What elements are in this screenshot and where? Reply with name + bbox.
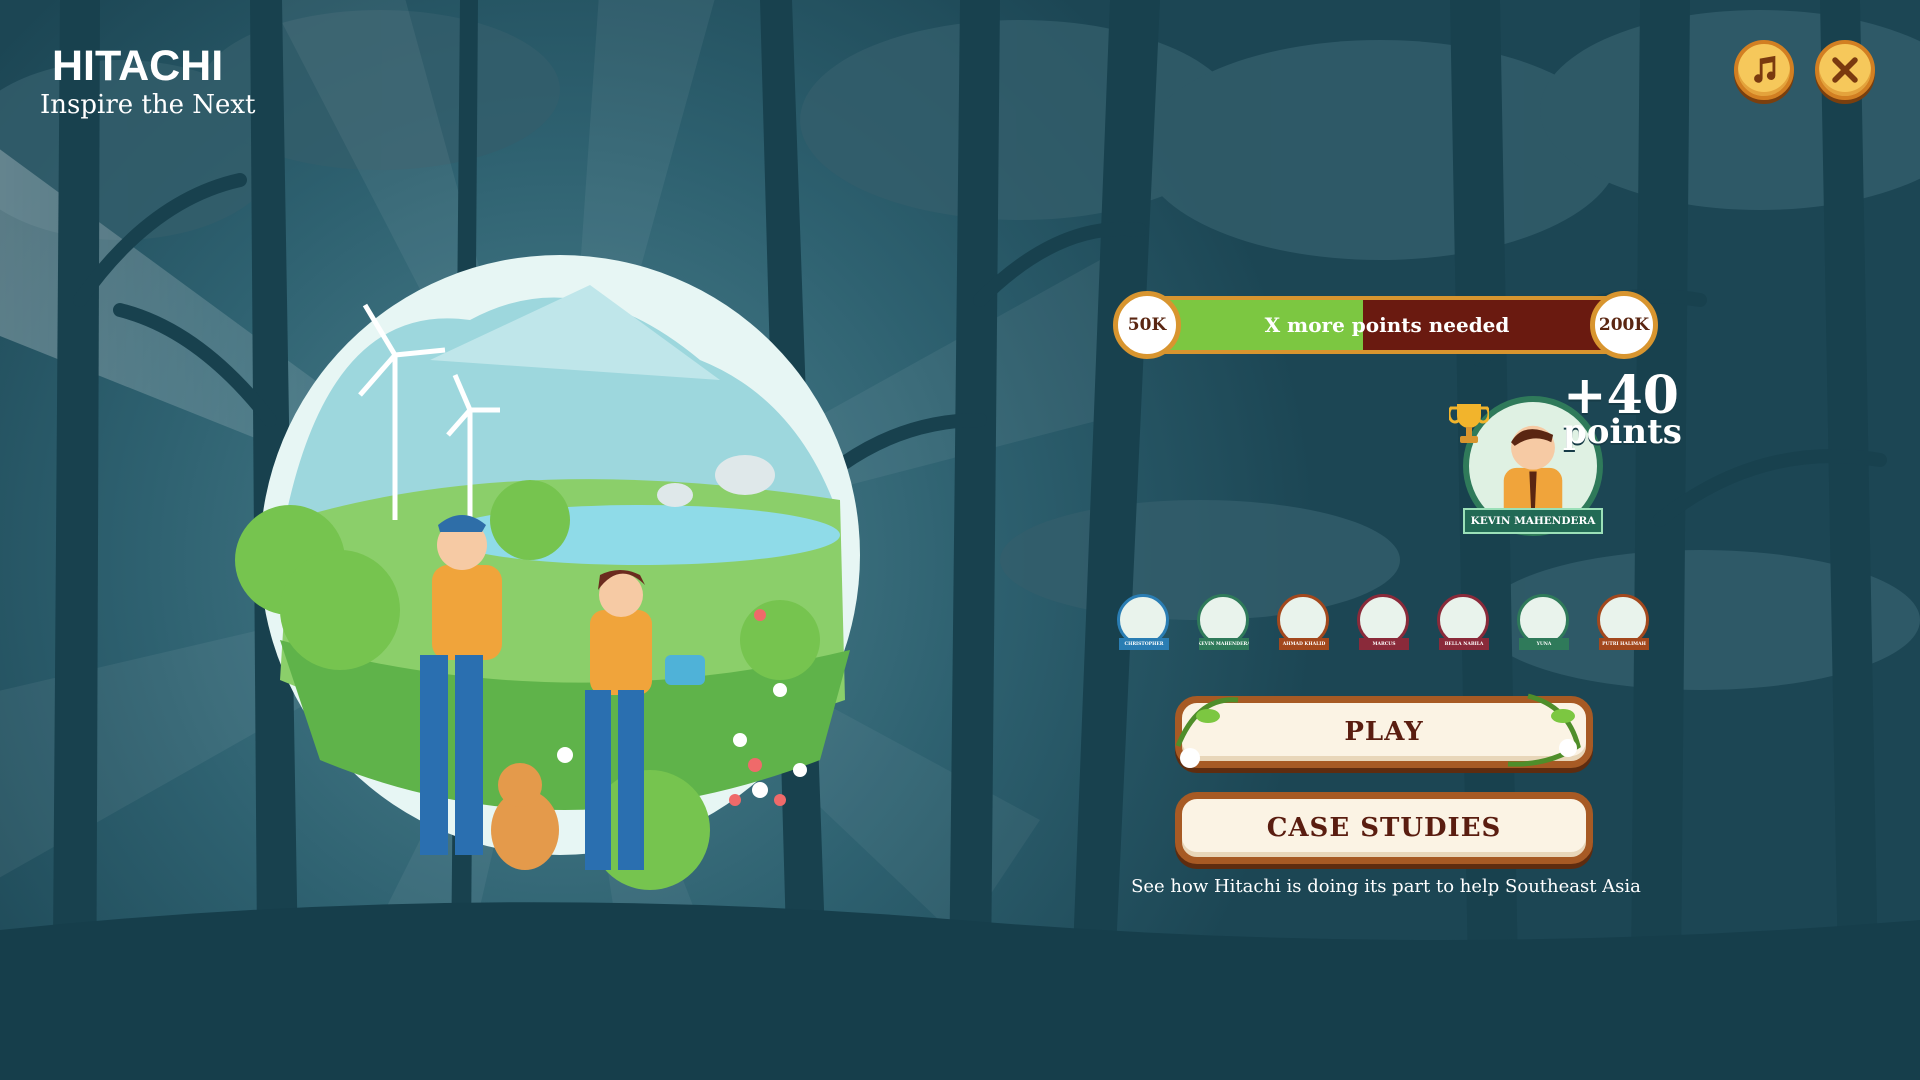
progress-min-label: 50K: [1113, 291, 1181, 359]
music-note-icon: [1754, 55, 1776, 83]
player-name: KEVIN MAHENDERA: [1199, 638, 1249, 650]
player-avatar-4[interactable]: MARCUS: [1357, 594, 1413, 658]
brand-name: HITACHI: [52, 42, 224, 90]
forest-background: [0, 0, 1920, 1080]
progress-max-label: 200K: [1590, 291, 1658, 359]
player-avatar-7[interactable]: PUTRI HALIMAH: [1597, 594, 1653, 658]
points-progress-bar: X more points needed 50K 200K: [1113, 291, 1658, 359]
player-name: CHRISTOPHER: [1119, 638, 1169, 650]
player-avatar-5[interactable]: BELLA NABILA: [1437, 594, 1493, 658]
player-name: BELLA NABILA: [1439, 638, 1489, 650]
player-name: YUNA: [1519, 638, 1569, 650]
close-button[interactable]: [1815, 40, 1875, 100]
player-roster: CHRISTOPHER KEVIN MAHENDERA AHMAD KHALID…: [1117, 594, 1657, 658]
trophy-icon: [1449, 404, 1489, 443]
music-toggle-button[interactable]: [1734, 40, 1794, 100]
hitachi-logo: HITACHI Inspire the Next: [40, 44, 256, 120]
progress-track: X more points needed: [1147, 296, 1627, 354]
player-name: AHMAD KHALID: [1279, 638, 1329, 650]
player-name: PUTRI HALIMAH: [1599, 638, 1649, 650]
player-avatar-1[interactable]: CHRISTOPHER: [1117, 594, 1173, 658]
case-studies-caption: See how Hitachi is doing its part to hel…: [1131, 876, 1641, 897]
play-button[interactable]: PLAY: [1175, 696, 1593, 768]
case-studies-button[interactable]: CASE STUDIES: [1175, 792, 1593, 864]
player-avatar-3[interactable]: AHMAD KHALID: [1277, 594, 1333, 658]
close-icon: [1832, 57, 1858, 83]
player-avatar-2[interactable]: KEVIN MAHENDERA: [1197, 594, 1253, 658]
brand-tagline: Inspire the Next: [40, 90, 256, 120]
player-name: MARCUS: [1359, 638, 1409, 650]
progress-message: X more points needed: [1264, 313, 1510, 337]
points-earned-label: points: [1563, 412, 1682, 452]
featured-player-name: KEVIN MAHENDERA: [1463, 508, 1603, 534]
player-avatar-6[interactable]: YUNA: [1517, 594, 1573, 658]
